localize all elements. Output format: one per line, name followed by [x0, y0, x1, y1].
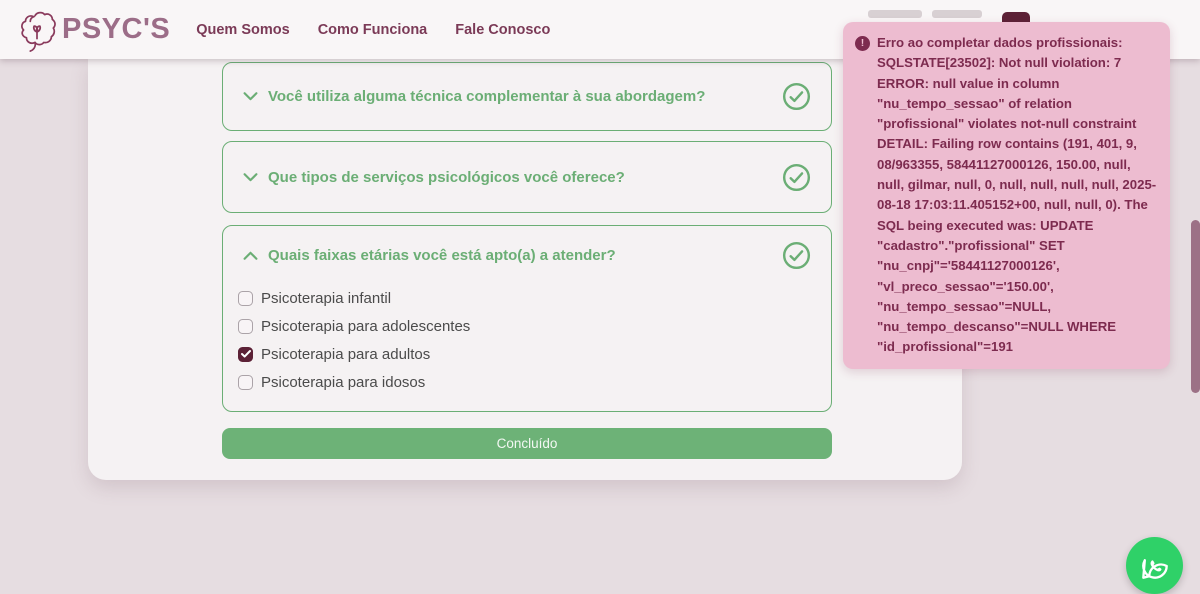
checkbox-option-infantil[interactable]: Psicoterapia infantil	[238, 284, 816, 312]
error-message: Erro ao completar dados profissionais: S…	[877, 33, 1160, 358]
checkbox-option-idosos[interactable]: Psicoterapia para idosos	[238, 368, 816, 396]
checkbox-group: Psicoterapia infantil Psicoterapia para …	[238, 284, 816, 396]
accordion-header[interactable]: Que tipos de serviços psicológicos você …	[223, 142, 831, 212]
nav-link-como-funciona[interactable]: Como Funciona	[318, 22, 428, 38]
checkbox-label: Psicoterapia para idosos	[261, 374, 425, 391]
accordion-question: Que tipos de serviços psicológicos você …	[268, 169, 625, 186]
accordion-faixas-etarias: Quais faixas etárias você está apto(a) a…	[222, 225, 832, 412]
checkbox[interactable]	[238, 291, 253, 306]
checkbox-option-adolescentes[interactable]: Psicoterapia para adolescentes	[238, 312, 816, 340]
scrollbar-thumb[interactable]	[1191, 220, 1200, 393]
checkbox[interactable]	[238, 319, 253, 334]
check-circle-icon	[782, 163, 811, 192]
accordion-header[interactable]: Você utiliza alguma técnica complementar…	[223, 63, 831, 130]
checkbox-label: Psicoterapia para adolescentes	[261, 318, 470, 335]
accordion-tecnica-complementar: Você utiliza alguma técnica complementar…	[222, 62, 832, 131]
checkbox-checked[interactable]	[238, 347, 253, 362]
questionnaire-card: Você utiliza alguma técnica complementar…	[88, 59, 962, 480]
exclamation-circle-icon: !	[855, 36, 870, 51]
submit-button[interactable]: Concluído	[222, 428, 832, 459]
header-obscured-text-sliver	[932, 10, 982, 18]
nav-link-quem-somos[interactable]: Quem Somos	[196, 22, 289, 38]
brand-logo[interactable]: PSYC'S	[14, 7, 170, 53]
main-nav: Quem Somos Como Funciona Fale Conosco	[196, 22, 550, 38]
error-toast: ! Erro ao completar dados profissionais:…	[843, 22, 1170, 369]
accordion-tipos-servicos: Que tipos de serviços psicológicos você …	[222, 141, 832, 213]
nav-link-fale-conosco[interactable]: Fale Conosco	[455, 22, 550, 38]
accordion-question: Você utiliza alguma técnica complementar…	[268, 88, 705, 105]
check-circle-icon	[782, 82, 811, 111]
check-circle-icon	[782, 241, 811, 270]
brain-logo-icon	[14, 7, 60, 53]
checkbox-option-adultos[interactable]: Psicoterapia para adultos	[238, 340, 816, 368]
checkbox-label: Psicoterapia infantil	[261, 290, 391, 307]
chevron-up-icon	[243, 248, 258, 263]
brand-name: PSYC'S	[62, 13, 170, 46]
whatsapp-icon	[1138, 549, 1172, 583]
chevron-down-icon	[243, 89, 258, 104]
checkbox-label: Psicoterapia para adultos	[261, 346, 430, 363]
checkbox[interactable]	[238, 375, 253, 390]
chevron-down-icon	[243, 170, 258, 185]
accordion-header[interactable]: Quais faixas etárias você está apto(a) a…	[223, 226, 831, 284]
accordion-question: Quais faixas etárias você está apto(a) a…	[268, 247, 616, 264]
header-obscured-text-sliver	[868, 10, 922, 18]
questionnaire-form: Você utiliza alguma técnica complementar…	[222, 59, 832, 480]
whatsapp-button[interactable]	[1126, 537, 1183, 594]
